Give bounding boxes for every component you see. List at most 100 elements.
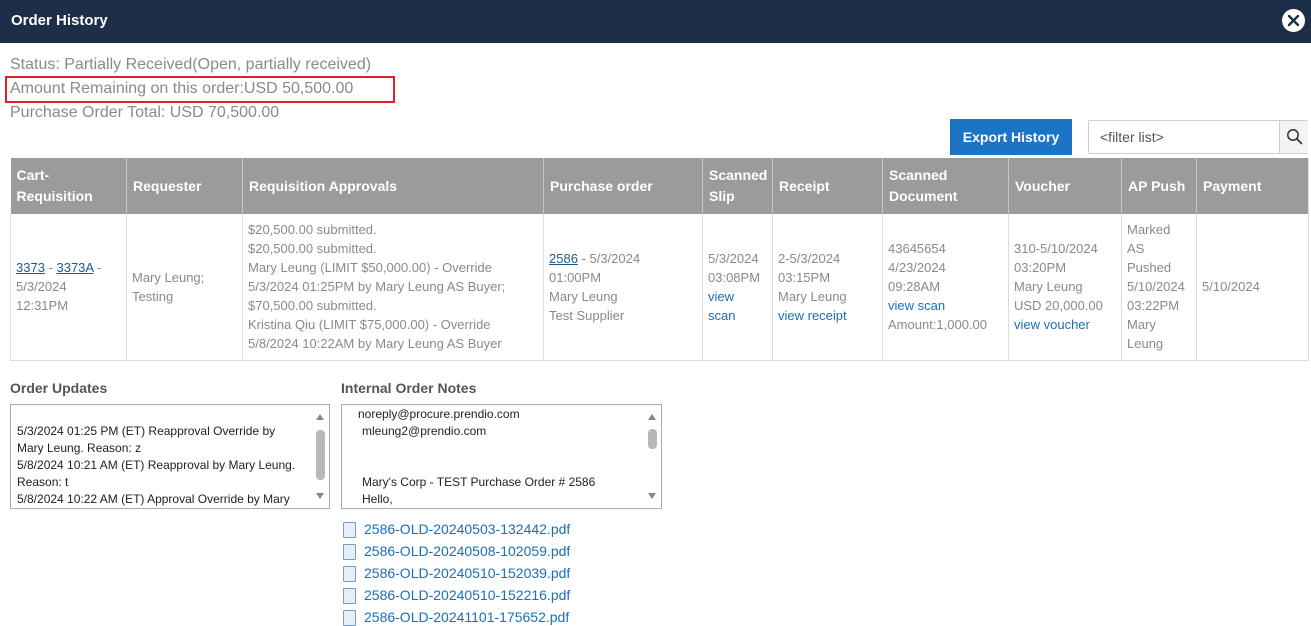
purchase-order-total: Purchase Order Total: USD 70,500.00 (10, 104, 280, 121)
requisition-date: 5/3/2024 (16, 279, 67, 295)
ap-push-line: 03:22PM (1127, 298, 1180, 314)
search-icon (1287, 129, 1303, 145)
scroll-up-icon[interactable] (316, 414, 324, 420)
requisition-link-alt[interactable]: 3373A (56, 260, 93, 275)
document-date: 4/23/2024 (888, 260, 946, 276)
separator: - (44, 260, 57, 276)
title-bar: Order History (0, 0, 1311, 43)
approval-line: Kristina Qiu (LIMIT $75,000.00) - Overri… (248, 317, 491, 333)
header-scanned-document[interactable]: Scanned Document (882, 158, 1009, 214)
cell-scanned-slip: 5/3/2024 03:08PM view scan (702, 214, 773, 361)
view-slip-link[interactable]: view (708, 289, 734, 304)
purchase-order-link[interactable]: 2586 (549, 251, 578, 266)
table-row: 3373 - 3373A - 5/3/2024 12:31PM Mary Leu… (10, 214, 1309, 361)
attachment-link[interactable]: 2586-OLD-20240503-132442.pdf (364, 521, 570, 537)
order-updates-box[interactable]: 5/3/2024 01:25 PM (ET) Reapproval Overri… (10, 404, 330, 509)
update-line: 5/3/2024 01:25 PM (ET) Reapproval Overri… (17, 424, 276, 438)
filter-box (1088, 120, 1308, 154)
header-ap-push[interactable]: AP Push (1121, 158, 1197, 214)
internal-notes-box[interactable]: noreply@procure.prendio.com mleung2@pren… (341, 404, 662, 509)
internal-notes-label: Internal Order Notes (341, 380, 477, 396)
ap-push-line: 5/10/2024 (1127, 279, 1185, 295)
view-scan-link[interactable]: view scan (888, 298, 945, 313)
ap-push-line: Pushed (1127, 260, 1172, 276)
view-slip-link-cont[interactable]: scan (708, 308, 735, 323)
separator: - (93, 260, 102, 276)
po-date: - 5/3/2024 (577, 250, 641, 266)
attachment-link[interactable]: 2586-OLD-20241101-175652.pdf (364, 609, 569, 625)
attachment-link[interactable]: 2586-OLD-20240510-152216.pdf (364, 587, 570, 603)
receipt-time: 03:15PM (778, 269, 831, 285)
order-updates-scrollbar[interactable] (313, 406, 328, 507)
ap-push-line: Marked (1127, 222, 1171, 238)
order-updates-label: Order Updates (10, 380, 108, 396)
file-icon (343, 522, 356, 538)
cell-purchase-order: 2586 - 5/3/2024 01:00PM Mary Leung Test … (543, 214, 703, 361)
header-receipt[interactable]: Receipt (772, 158, 883, 214)
po-supplier: Test Supplier (549, 307, 625, 323)
table-header-row: Cart-Requisition Requester Requisition A… (10, 158, 1309, 214)
close-icon[interactable] (1282, 9, 1305, 32)
voucher-user: Mary Leung (1014, 279, 1083, 295)
note-line: noreply@procure.prendio.com (358, 407, 520, 421)
update-line: 5/8/2024 10:22 AM (ET) Approval Override… (17, 492, 290, 506)
header-scanned-slip[interactable]: Scanned Slip (702, 158, 773, 214)
note-line: mleung2@prendio.com (362, 424, 487, 438)
receipt-date: 2-5/3/2024 (778, 250, 841, 266)
approval-line: $70,500.00 submitted. (248, 298, 377, 314)
update-line: 5/8/2024 10:21 AM (ET) Reapproval by Mar… (17, 458, 296, 472)
note-line (358, 457, 643, 474)
window-title: Order History (11, 12, 108, 29)
cell-requisition-approvals: $20,500.00 submitted. $20,500.00 submitt… (242, 214, 544, 361)
attachment-link[interactable]: 2586-OLD-20240510-152039.pdf (364, 565, 570, 581)
view-voucher-link[interactable]: view voucher (1014, 317, 1090, 332)
scroll-thumb[interactable] (648, 429, 657, 449)
file-icon (343, 588, 356, 604)
filter-input[interactable] (1089, 121, 1279, 153)
note-line (358, 440, 643, 457)
search-button[interactable] (1279, 121, 1308, 153)
file-icon (343, 566, 356, 582)
cell-scanned-document: 43645654 4/23/2024 09:28AM view scan Amo… (882, 214, 1009, 361)
scroll-down-icon[interactable] (316, 493, 324, 499)
amount-remaining: Amount Remaining on this order:USD 50,50… (10, 80, 354, 97)
order-status: Status: Partially Received(Open, partial… (10, 56, 372, 73)
cell-ap-push: Marked AS Pushed 5/10/2024 03:22PM Mary … (1121, 214, 1197, 361)
po-time: 01:00PM (549, 269, 602, 285)
attachment-link[interactable]: 2586-OLD-20240508-102059.pdf (364, 543, 570, 559)
cell-receipt: 2-5/3/2024 03:15PM Mary Leung view recei… (772, 214, 883, 361)
order-history-table: Cart-Requisition Requester Requisition A… (10, 158, 1309, 361)
export-history-button[interactable]: Export History (950, 119, 1072, 155)
file-icon (343, 544, 356, 560)
approval-line: Mary Leung (LIMIT $50,000.00) - Override (248, 260, 492, 276)
voucher-time: 03:20PM (1014, 260, 1067, 276)
voucher-date: 310-5/10/2024 (1014, 241, 1098, 257)
document-id: 43645654 (888, 241, 946, 257)
requisition-link[interactable]: 3373 (16, 260, 45, 275)
internal-notes-scrollbar[interactable] (645, 406, 660, 507)
ap-push-line: Leung (1127, 336, 1164, 352)
requisition-time: 12:31PM (16, 298, 69, 314)
scroll-up-icon[interactable] (648, 414, 656, 420)
update-line: Mary Leung. Reason: z (17, 441, 142, 455)
header-cart-requisition[interactable]: Cart-Requisition (10, 158, 127, 214)
cell-voucher: 310-5/10/2024 03:20PM Mary Leung USD 20,… (1008, 214, 1122, 361)
document-time: 09:28AM (888, 279, 941, 295)
scroll-thumb[interactable] (316, 430, 325, 480)
header-purchase-order[interactable]: Purchase order (543, 158, 703, 214)
receipt-user: Mary Leung (778, 288, 847, 304)
header-requester[interactable]: Requester (126, 158, 243, 214)
ap-push-line: Mary (1127, 317, 1156, 333)
po-buyer: Mary Leung (549, 288, 618, 304)
note-line: Hello, (362, 492, 393, 506)
view-receipt-link[interactable]: view receipt (778, 308, 847, 323)
payment-date: 5/10/2024 (1202, 279, 1260, 295)
scroll-down-icon[interactable] (648, 493, 656, 499)
header-voucher[interactable]: Voucher (1008, 158, 1122, 214)
note-line: Mary's Corp - TEST Purchase Order # 2586 (362, 475, 596, 489)
approval-line: $20,500.00 submitted. (248, 241, 377, 257)
requester-name: Mary Leung; (132, 269, 205, 285)
header-requisition-approvals[interactable]: Requisition Approvals (242, 158, 544, 214)
header-payment[interactable]: Payment (1196, 158, 1309, 214)
slip-date: 5/3/2024 (708, 250, 759, 266)
